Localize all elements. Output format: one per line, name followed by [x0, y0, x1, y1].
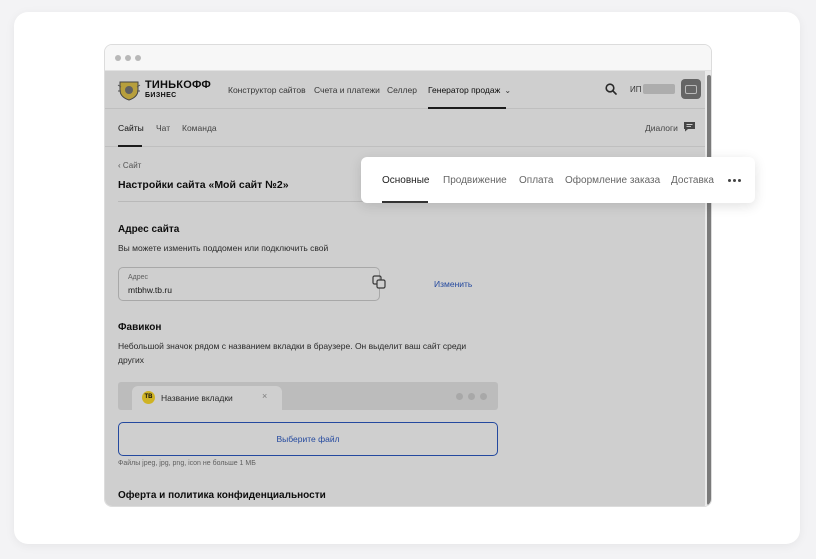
more-dot	[738, 179, 741, 182]
tab-checkout[interactable]: Оформление заказа	[565, 175, 660, 186]
window-close-dot[interactable]	[115, 55, 121, 61]
scrollbar-thumb[interactable]	[707, 75, 711, 505]
tab-active-indicator	[382, 201, 428, 203]
tab-delivery[interactable]: Доставка	[671, 175, 714, 186]
tab-payment[interactable]: Оплата	[519, 175, 553, 186]
dim-overlay	[105, 71, 705, 506]
settings-tabs-card: Основные Продвижение Оплата Оформление з…	[361, 157, 755, 203]
window-minimize-dot[interactable]	[125, 55, 131, 61]
more-icon[interactable]	[728, 179, 744, 183]
page-scrollbar[interactable]	[705, 71, 711, 506]
browser-titlebar	[105, 45, 711, 71]
tab-promotion[interactable]: Продвижение	[443, 175, 507, 186]
tab-general[interactable]: Основные	[382, 175, 429, 186]
more-dot	[733, 179, 736, 182]
page-viewport: ТИНЬКОФФ БИЗНЕС Конструктор сайтов Счета…	[105, 71, 711, 506]
more-dot	[728, 179, 731, 182]
browser-window: ТИНЬКОФФ БИЗНЕС Конструктор сайтов Счета…	[104, 44, 712, 507]
window-maximize-dot[interactable]	[135, 55, 141, 61]
